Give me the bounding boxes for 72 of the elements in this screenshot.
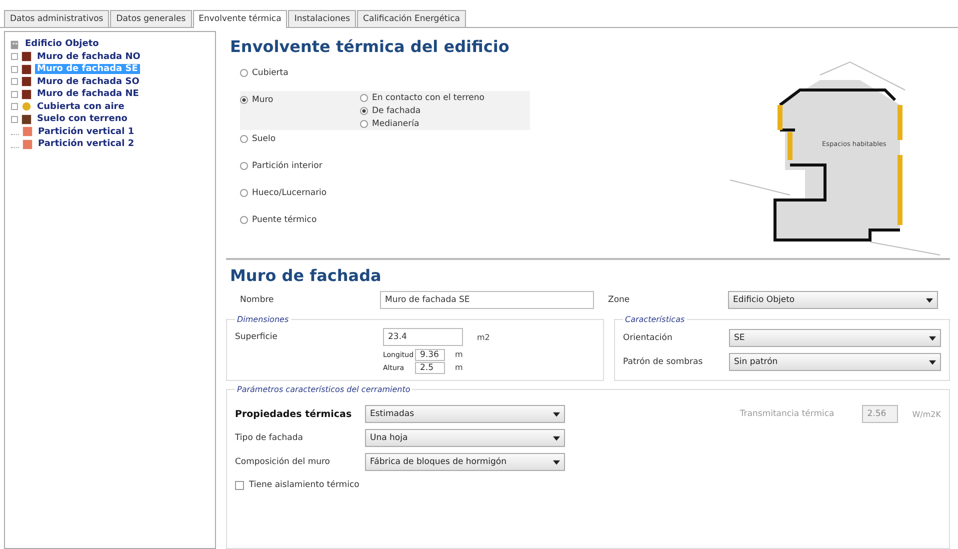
tree-item[interactable]: Edificio Objeto (23, 39, 101, 50)
section-heading: Muro de fachada (230, 266, 382, 285)
shade-dropdown[interactable]: Sin patrón (729, 353, 941, 371)
tab[interactable]: Datos administrativos (4, 10, 110, 27)
orientation-dropdown[interactable]: SE (729, 329, 941, 347)
tab[interactable]: Calificación Energética (357, 10, 466, 27)
area-field[interactable]: 23.4 (383, 328, 463, 346)
group-title: Características (624, 315, 686, 324)
layer-icon (22, 126, 33, 138)
length-field[interactable]: 9.36 (415, 348, 445, 360)
field-label: Propiedades térmicas (235, 408, 353, 420)
tab[interactable]: Instalaciones (288, 10, 356, 27)
tree-item[interactable]: Partición vertical 1 (36, 126, 136, 137)
unit-label: m (455, 350, 463, 359)
caret-icon (926, 298, 933, 302)
tree-item[interactable]: Suelo con terreno (35, 114, 130, 124)
layer-icon (21, 64, 32, 75)
name-field[interactable]: Muro de fachada SE (380, 291, 594, 309)
unit-label: m (455, 363, 463, 372)
expand-icon[interactable] (11, 66, 18, 73)
tree-item[interactable]: Muro de fachada SO (35, 76, 142, 87)
radio-option[interactable]: Suelo (240, 130, 360, 148)
unit-label: m2 (477, 332, 490, 342)
caret-icon (553, 460, 560, 464)
radio-option[interactable]: Muro (240, 91, 360, 109)
expand-icon[interactable] (11, 103, 18, 110)
building-icon (9, 38, 20, 50)
dropdown[interactable]: Estimadas (365, 405, 565, 423)
tree-item[interactable]: Muro de fachada NO (35, 52, 142, 62)
radio-option[interactable]: En contacto con el terreno (360, 91, 520, 104)
field-label: Nombre (240, 295, 275, 305)
layer-icon (21, 114, 32, 125)
layer-icon (21, 101, 32, 112)
layer-icon (22, 138, 33, 150)
dropdown[interactable]: Fábrica de bloques de hormigón (365, 453, 565, 471)
section-heading: Envolvente térmica del edificio (230, 37, 510, 56)
unit-label: W/m2K (912, 410, 941, 418)
radio-option[interactable]: Cubierta (240, 64, 360, 82)
radio-option[interactable]: Puente térmico (240, 211, 360, 229)
caret-icon (553, 436, 560, 440)
expand-icon[interactable] (11, 90, 18, 98)
tab[interactable]: Datos generales (110, 10, 192, 27)
field-label: Superficie (235, 332, 279, 342)
caret-icon (929, 336, 936, 340)
group-title: Dimensiones (236, 315, 290, 324)
tree-item[interactable]: Cubierta con aire (35, 102, 126, 112)
caret-icon (553, 412, 560, 416)
layer-icon (21, 88, 32, 100)
insulation-checkbox[interactable]: Tiene aislamiento térmico (235, 480, 565, 490)
radio-option[interactable]: De fachada (360, 104, 520, 117)
height-field[interactable]: 2.5 (415, 362, 445, 374)
expand-icon[interactable] (11, 53, 18, 60)
zone-dropdown[interactable]: Edificio Objeto (728, 291, 938, 309)
field-label: Zone (608, 295, 631, 305)
field-label: Composición del muro (235, 457, 331, 467)
radio-option[interactable]: Medianería (360, 117, 520, 130)
radio-option[interactable]: Partición interior (240, 157, 360, 175)
field-label: Transmitancia térmica (740, 409, 834, 419)
layer-icon (21, 51, 32, 62)
tree-item[interactable]: Muro de fachada NE (35, 89, 141, 100)
tree-item[interactable]: Partición vertical 2 (36, 139, 136, 150)
caret-icon (929, 360, 936, 364)
expand-icon[interactable] (11, 78, 18, 86)
field-label: Orientación (623, 333, 674, 343)
field-label: Patrón de sombras (623, 357, 704, 367)
field-label: Tipo de fachada (235, 433, 304, 443)
dropdown[interactable]: Una hoja (365, 429, 565, 447)
tab[interactable]: Envolvente térmica (192, 10, 288, 28)
expand-icon[interactable] (11, 116, 18, 123)
radio-option[interactable]: Hueco/Lucernario (240, 184, 360, 202)
group-title: Parámetros característicos del cerramiento (236, 385, 412, 394)
layer-icon (21, 76, 32, 88)
